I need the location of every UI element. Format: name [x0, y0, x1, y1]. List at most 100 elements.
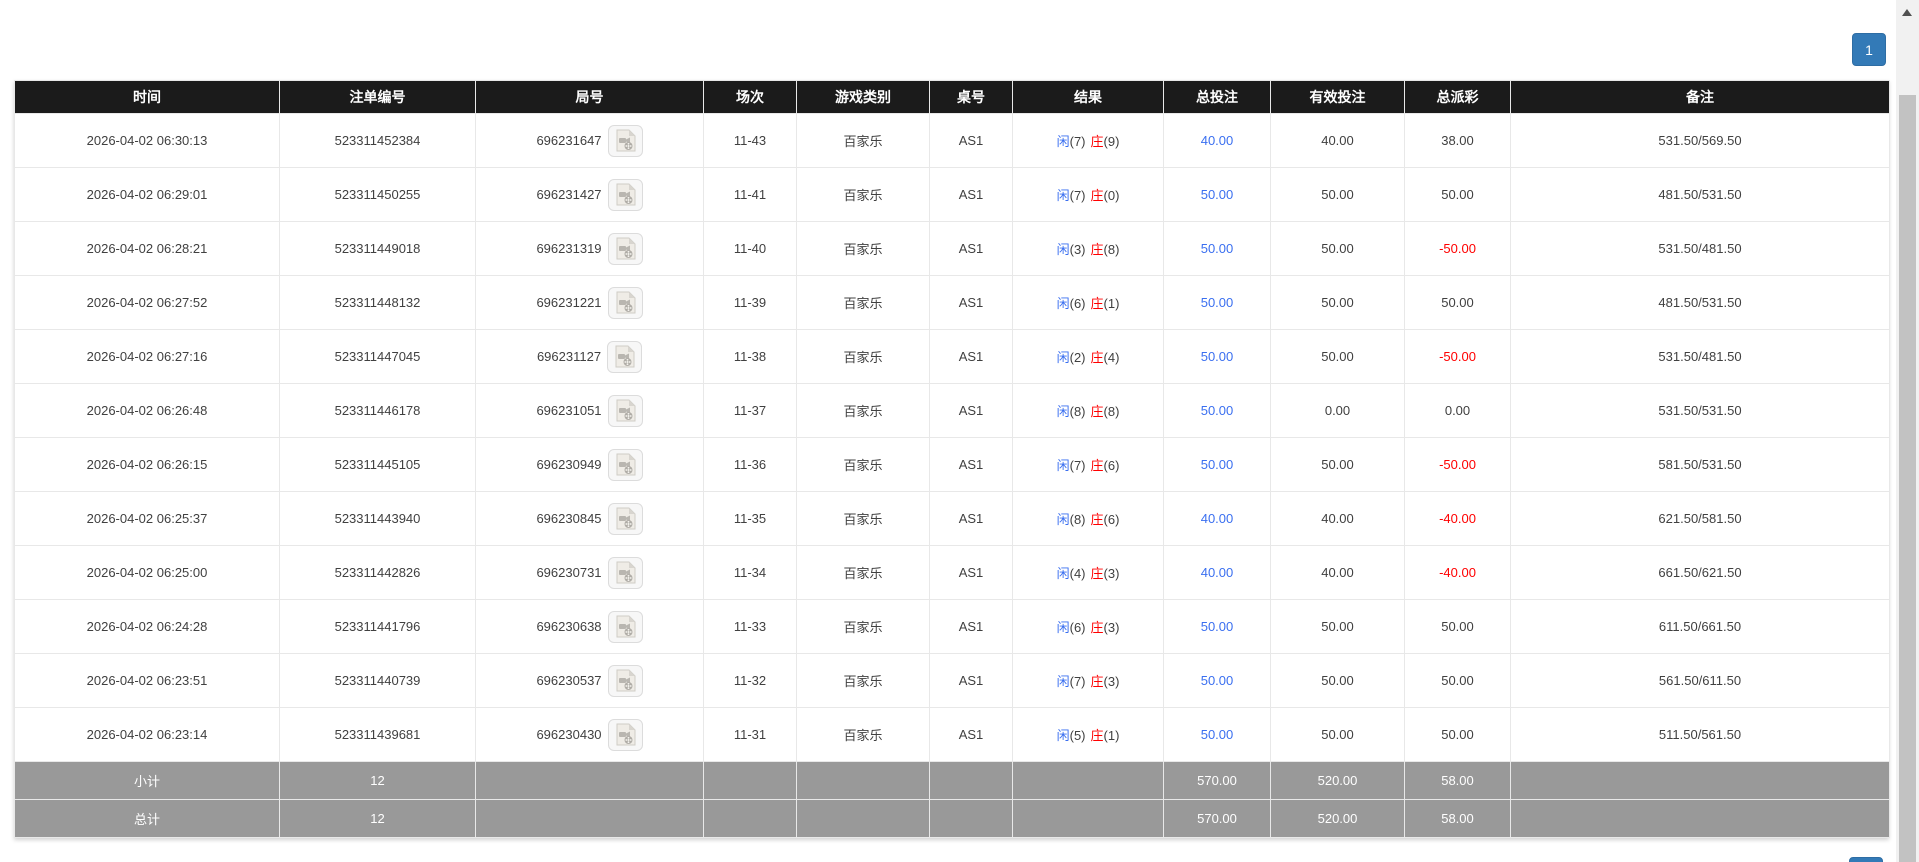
- cell-remark: 611.50/661.50: [1511, 600, 1890, 654]
- result-player-label: 闲: [1057, 458, 1070, 473]
- video-icon[interactable]: [608, 665, 643, 697]
- footer-cell-remark: [1511, 800, 1890, 838]
- cell-payout: -50.00: [1405, 330, 1511, 384]
- footer-cell-payout: 58.00: [1405, 762, 1511, 800]
- cell-remark: 531.50/481.50: [1511, 222, 1890, 276]
- video-icon[interactable]: [607, 341, 642, 373]
- cell-total_bet: 40.00: [1164, 114, 1271, 168]
- result-banker-label: 庄: [1091, 296, 1104, 311]
- footer-cell-session: [704, 800, 797, 838]
- col-header-payout: 总派彩: [1405, 81, 1511, 114]
- col-header-time: 时间: [15, 81, 280, 114]
- cell-time: 2026-04-02 06:30:13: [15, 114, 280, 168]
- result-banker-label: 庄: [1091, 188, 1104, 203]
- scroll-up-arrow-icon[interactable]: [1902, 9, 1912, 16]
- table-row: 2026-04-02 06:26:48523311446178696231051…: [15, 384, 1890, 438]
- result-banker-score: (4): [1104, 350, 1120, 365]
- result-banker-score: (0): [1104, 188, 1120, 203]
- page-button-1[interactable]: 1: [1852, 33, 1886, 66]
- result-banker-score: (8): [1104, 242, 1120, 257]
- cell-payout: 0.00: [1405, 384, 1511, 438]
- records-table-wrap: 时间注单编号局号场次游戏类别桌号结果总投注有效投注总派彩备注 2026-04-0…: [14, 80, 1889, 838]
- scrollbar-thumb[interactable]: [1899, 95, 1916, 862]
- result-banker-score: (3): [1104, 620, 1120, 635]
- result-player-label: 闲: [1057, 512, 1070, 527]
- cell-payout: -40.00: [1405, 546, 1511, 600]
- cell-round_id: 696231319: [476, 222, 704, 276]
- round-id-text: 696230845: [536, 511, 601, 526]
- result-player-score: (7): [1070, 188, 1086, 203]
- cell-table_no: AS1: [930, 492, 1013, 546]
- cell-table_no: AS1: [930, 546, 1013, 600]
- video-icon[interactable]: [608, 233, 643, 265]
- col-header-bet_id: 注单编号: [280, 81, 476, 114]
- cell-result: 闲(7)庄(6): [1013, 438, 1164, 492]
- col-header-valid_bet: 有效投注: [1271, 81, 1405, 114]
- video-icon[interactable]: [608, 179, 643, 211]
- footer-cell-round_id: [476, 762, 704, 800]
- cell-session: 11-38: [704, 330, 797, 384]
- cell-round_id: 696230949: [476, 438, 704, 492]
- cell-result: 闲(7)庄(3): [1013, 654, 1164, 708]
- cell-round_id: 696230430: [476, 708, 704, 762]
- cell-result: 闲(7)庄(9): [1013, 114, 1164, 168]
- result-player-label: 闲: [1057, 404, 1070, 419]
- cell-time: 2026-04-02 06:26:15: [15, 438, 280, 492]
- result-banker-score: (6): [1104, 512, 1120, 527]
- cell-round_id: 696231051: [476, 384, 704, 438]
- cell-total_bet: 50.00: [1164, 384, 1271, 438]
- cell-round_id: 696231221: [476, 276, 704, 330]
- video-icon[interactable]: [608, 395, 643, 427]
- footer-cell-time: 小计: [15, 762, 280, 800]
- round-id-group: 696231319: [536, 233, 642, 265]
- cell-time: 2026-04-02 06:26:48: [15, 384, 280, 438]
- footer-cell-table_no: [930, 762, 1013, 800]
- cell-valid_bet: 0.00: [1271, 384, 1405, 438]
- cell-time: 2026-04-02 06:29:01: [15, 168, 280, 222]
- cell-round_id: 696231127: [476, 330, 704, 384]
- subtotal-row: 小计12570.00520.0058.00: [15, 762, 1890, 800]
- cell-session: 11-39: [704, 276, 797, 330]
- footer-cell-valid_bet: 520.00: [1271, 762, 1405, 800]
- result-player-score: (8): [1070, 512, 1086, 527]
- cell-table_no: AS1: [930, 438, 1013, 492]
- footer-cell-payout: 58.00: [1405, 800, 1511, 838]
- col-header-session: 场次: [704, 81, 797, 114]
- video-icon[interactable]: [608, 449, 643, 481]
- table-footer: 小计12570.00520.0058.00总计12570.00520.0058.…: [15, 762, 1890, 838]
- video-icon[interactable]: [608, 557, 643, 589]
- cell-total_bet: 50.00: [1164, 168, 1271, 222]
- result-banker-label: 庄: [1091, 512, 1104, 527]
- cell-bet_id: 523311443940: [280, 492, 476, 546]
- cell-valid_bet: 50.00: [1271, 276, 1405, 330]
- cell-payout: -40.00: [1405, 492, 1511, 546]
- cell-payout: 50.00: [1405, 654, 1511, 708]
- cell-valid_bet: 50.00: [1271, 600, 1405, 654]
- cell-bet_id: 523311449018: [280, 222, 476, 276]
- video-icon[interactable]: [608, 611, 643, 643]
- vertical-scrollbar[interactable]: [1896, 0, 1919, 862]
- round-id-text: 696231051: [536, 403, 601, 418]
- video-icon[interactable]: [608, 503, 643, 535]
- cell-game_type: 百家乐: [797, 708, 930, 762]
- cell-game_type: 百家乐: [797, 546, 930, 600]
- cell-bet_id: 523311448132: [280, 276, 476, 330]
- page-button-1-bottom[interactable]: 1: [1849, 857, 1883, 862]
- video-icon[interactable]: [608, 125, 643, 157]
- cell-valid_bet: 50.00: [1271, 438, 1405, 492]
- table-row: 2026-04-02 06:23:14523311439681696230430…: [15, 708, 1890, 762]
- cell-result: 闲(6)庄(3): [1013, 600, 1164, 654]
- cell-game_type: 百家乐: [797, 492, 930, 546]
- footer-cell-table_no: [930, 800, 1013, 838]
- cell-round_id: 696231427: [476, 168, 704, 222]
- cell-valid_bet: 40.00: [1271, 546, 1405, 600]
- video-icon[interactable]: [608, 719, 643, 751]
- round-id-text: 696230537: [536, 673, 601, 688]
- cell-result: 闲(5)庄(1): [1013, 708, 1164, 762]
- video-icon[interactable]: [608, 287, 643, 319]
- table-row: 2026-04-02 06:25:00523311442826696230731…: [15, 546, 1890, 600]
- cell-session: 11-40: [704, 222, 797, 276]
- cell-table_no: AS1: [930, 600, 1013, 654]
- round-id-group: 696231127: [537, 341, 642, 373]
- cell-remark: 561.50/611.50: [1511, 654, 1890, 708]
